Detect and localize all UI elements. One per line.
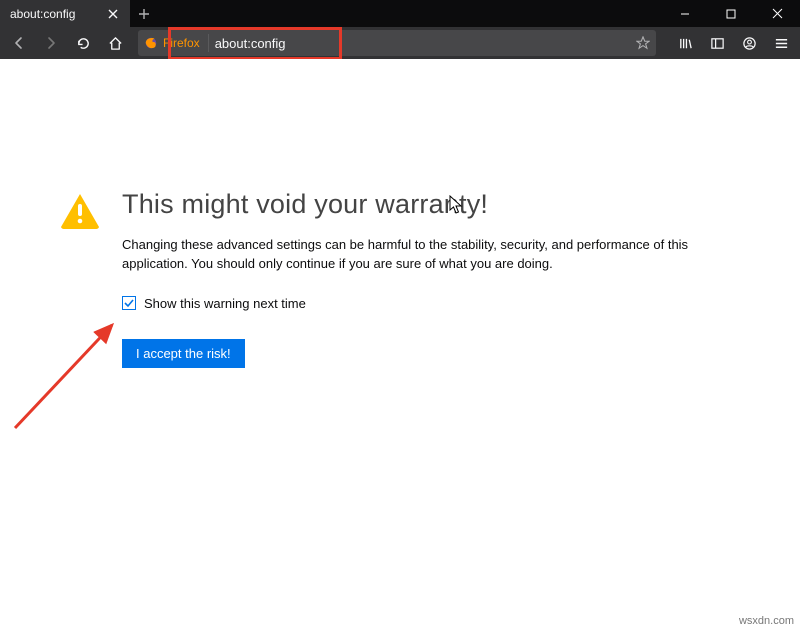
account-button[interactable] [734, 29, 764, 57]
identity-box[interactable]: Firefox [144, 34, 209, 52]
sidebar-button[interactable] [702, 29, 732, 57]
firefox-icon [144, 36, 158, 50]
new-tab-button[interactable] [130, 0, 158, 27]
tab-strip: about:config [0, 0, 800, 27]
maximize-button[interactable] [708, 0, 754, 27]
page-title: This might void your warranty! [122, 189, 740, 220]
reload-button[interactable] [68, 29, 98, 57]
forward-button[interactable] [36, 29, 66, 57]
show-warning-checkbox-row[interactable]: Show this warning next time [122, 296, 740, 311]
identity-brand: Firefox [163, 36, 200, 50]
warning-icon [60, 193, 100, 229]
tab-active[interactable]: about:config [0, 0, 130, 27]
url-text: about:config [215, 36, 630, 51]
bookmark-star-icon[interactable] [636, 36, 650, 50]
back-button[interactable] [4, 29, 34, 57]
warning-description: Changing these advanced settings can be … [122, 236, 740, 274]
checkbox-icon[interactable] [122, 296, 136, 310]
toolbar: Firefox about:config [0, 27, 800, 59]
close-window-button[interactable] [754, 0, 800, 27]
accept-risk-button[interactable]: I accept the risk! [122, 339, 245, 368]
minimize-button[interactable] [662, 0, 708, 27]
checkbox-label: Show this warning next time [144, 296, 306, 311]
window-controls [662, 0, 800, 27]
attribution-text: wsxdn.com [739, 615, 794, 627]
menu-button[interactable] [766, 29, 796, 57]
page-content: This might void your warranty! Changing … [0, 59, 800, 630]
tab-title: about:config [10, 7, 98, 21]
library-button[interactable] [670, 29, 700, 57]
home-button[interactable] [100, 29, 130, 57]
url-bar[interactable]: Firefox about:config [138, 30, 656, 56]
close-icon[interactable] [106, 7, 120, 21]
